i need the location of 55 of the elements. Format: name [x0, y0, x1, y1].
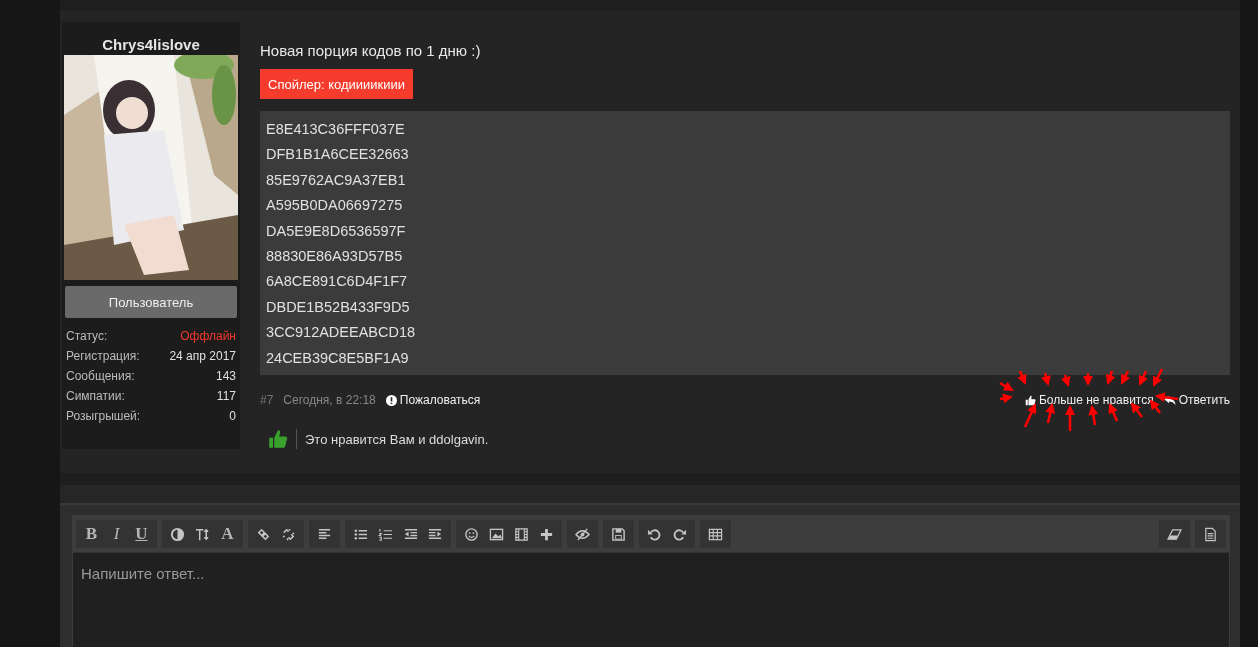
thumbs-up-icon: [1024, 394, 1036, 406]
undo-icon: [647, 526, 662, 542]
save-icon: [611, 526, 626, 542]
outdent-icon: [403, 526, 418, 542]
format-button[interactable]: B: [79, 520, 104, 549]
film-icon: [514, 526, 529, 542]
code-line: 88830E86A93D57B5: [266, 247, 404, 267]
code-line: DA5E9E8D6536597F: [266, 221, 407, 241]
align-left-icon: [317, 526, 332, 542]
post-text: Новая порция кодов по 1 дню :): [260, 42, 482, 59]
stat-label: Розыгрышей:: [66, 408, 141, 425]
stat-value: Оффлайн: [180, 328, 236, 345]
contrast-icon: [170, 526, 185, 542]
code-line: 24CEB39C8E5BF1A9: [266, 348, 410, 368]
likes-text: Это нравится Вам и ddolgavin.: [305, 431, 489, 447]
document-icon: [1203, 526, 1218, 542]
post-number[interactable]: #7: [260, 393, 274, 408]
stat-label: Сообщения:: [66, 368, 135, 385]
stat-value: 0: [229, 408, 236, 425]
format-button[interactable]: I: [104, 520, 129, 549]
plus-icon: [539, 526, 554, 542]
spoiler-button[interactable]: Спойлер: кодиииикиии: [260, 69, 414, 99]
image-icon: [489, 526, 504, 542]
thumbs-up-icon: [268, 429, 297, 450]
code-line: 3CC912ADEEABCD18: [266, 323, 417, 343]
report-link[interactable]: Пожаловаться: [385, 393, 481, 408]
username[interactable]: Chrys4lislove: [62, 22, 240, 55]
warning-icon: [385, 394, 397, 406]
stat-label: Статус:: [66, 328, 108, 345]
font-size-icon: [195, 526, 210, 542]
code-line: DFB1B1A6CEE32663: [266, 145, 410, 165]
indent-icon: [428, 526, 443, 542]
reply-link[interactable]: Ответить: [1163, 393, 1230, 408]
unlike-link[interactable]: Больше не нравится: [1024, 393, 1154, 408]
eraser-icon: [1167, 526, 1182, 542]
code-line: A595B0DA06697275: [266, 196, 404, 216]
reply-field[interactable]: Напишите ответ...: [73, 553, 1229, 595]
user-role-button[interactable]: Пользователь: [65, 286, 237, 318]
code-line: 6A8CE891C6D4F1F7: [266, 272, 409, 292]
redo-icon: [672, 526, 687, 542]
hidden-eye-icon: [575, 526, 590, 542]
format-button[interactable]: U: [129, 520, 154, 549]
stat-label: Симпатии:: [66, 388, 125, 405]
smiley-icon: [464, 526, 479, 542]
code-line: DBDE1B52B433F9D5: [266, 297, 411, 317]
code-line: 85E9762AC9A37EB1: [266, 170, 407, 190]
numbered-list-icon: [378, 526, 393, 542]
stat-value: 143: [215, 368, 236, 385]
stat-value: 117: [216, 388, 236, 405]
code-line: E8E413C36FFF037E: [266, 120, 406, 139]
stat-label: Регистрация:: [66, 348, 140, 365]
table-icon: [708, 526, 723, 542]
post-date[interactable]: Сегодня, в 22:18: [283, 393, 376, 408]
stat-value: 24 апр 2017: [169, 348, 236, 365]
link-icon: [256, 526, 271, 542]
